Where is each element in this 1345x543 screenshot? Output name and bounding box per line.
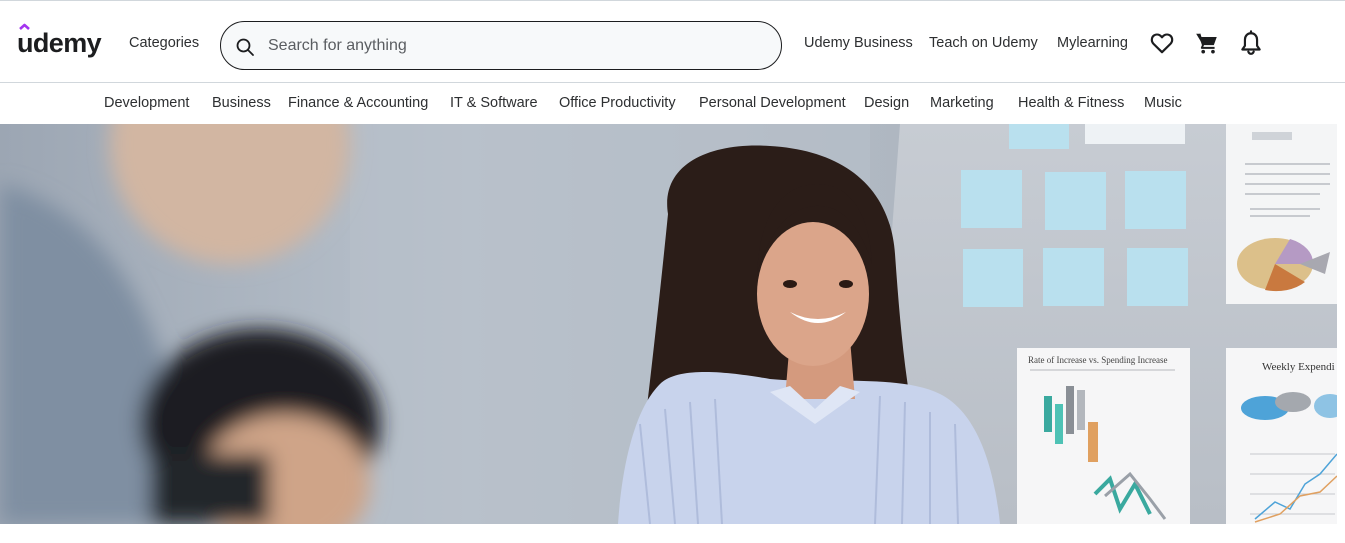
category-finance-accounting[interactable]: Finance & Accounting: [288, 95, 428, 111]
hero-banner[interactable]: Rate of Increase vs. Spending Increase W…: [0, 124, 1337, 524]
poster-rate-of-increase: Rate of Increase vs. Spending Increase: [1017, 348, 1190, 524]
udemy-home-page: udemy Categories Udemy Business Teach on…: [0, 0, 1345, 543]
category-marketing[interactable]: Marketing: [930, 95, 994, 111]
category-office-productivity[interactable]: Office Productivity: [559, 95, 676, 111]
teach-on-udemy-link[interactable]: Teach on Udemy: [929, 34, 1038, 52]
category-business[interactable]: Business: [212, 95, 271, 111]
poster-pie-chart: [1226, 124, 1337, 304]
poster-title-weekly: Weekly Expendi: [1262, 361, 1335, 373]
category-health-fitness[interactable]: Health & Fitness: [1018, 95, 1124, 111]
heart-icon[interactable]: [1149, 30, 1175, 56]
udemy-business-link[interactable]: Udemy Business: [804, 34, 913, 52]
search-input[interactable]: [268, 33, 763, 59]
search-icon[interactable]: [235, 37, 255, 57]
logo-wordmark: udemy: [17, 28, 102, 58]
category-bar: Development Business Finance & Accountin…: [0, 83, 1345, 124]
poster-weekly-expenditure: Weekly Expendi: [1226, 348, 1337, 524]
category-it-software[interactable]: IT & Software: [450, 95, 538, 111]
category-development[interactable]: Development: [104, 95, 189, 111]
category-music[interactable]: Music: [1144, 95, 1182, 111]
bell-icon[interactable]: [1238, 30, 1264, 56]
search-bar: [220, 21, 782, 70]
poster-title-rate: Rate of Increase vs. Spending Increase: [1028, 355, 1167, 365]
cart-icon[interactable]: [1194, 30, 1220, 56]
hero-image: Rate of Increase vs. Spending Increase W…: [0, 124, 1337, 524]
category-personal-development[interactable]: Personal Development: [699, 95, 846, 111]
my-learning-link[interactable]: Mylearning: [1057, 34, 1128, 52]
categories-menu[interactable]: Categories: [129, 34, 199, 52]
top-header: udemy Categories Udemy Business Teach on…: [0, 0, 1345, 83]
category-design[interactable]: Design: [864, 95, 909, 111]
udemy-logo[interactable]: udemy: [17, 23, 109, 63]
